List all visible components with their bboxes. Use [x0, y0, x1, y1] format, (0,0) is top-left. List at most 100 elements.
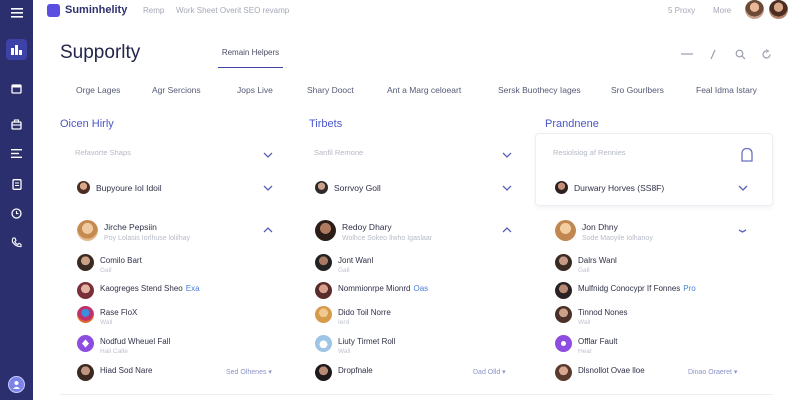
search-input[interactable]: Refavorte Shaps: [75, 148, 131, 160]
list-item[interactable]: Rase FloX Wall: [77, 306, 137, 326]
chevron-down-icon[interactable]: [738, 184, 748, 192]
chevron-up-icon[interactable]: [263, 226, 273, 234]
avatar: [77, 306, 94, 323]
avatar: [555, 254, 572, 271]
member-name: Tinnod Nones: [578, 308, 628, 317]
member-subtitle: Hear: [578, 348, 593, 355]
category-tab[interactable]: Sersk Buothecy Iages: [498, 85, 581, 95]
list-item[interactable]: Tinnod Nones Wall: [555, 306, 628, 326]
minus-icon[interactable]: [680, 48, 694, 60]
search-input[interactable]: Resiolsiog af Rennies: [553, 148, 626, 160]
avatar: [555, 220, 576, 241]
selected-group[interactable]: Durwary Horves (SS8F): [555, 181, 664, 194]
avatar: [555, 306, 572, 323]
category-tab[interactable]: Feal Idma Istary: [696, 85, 757, 95]
see-more-link[interactable]: Dad Olld ▾: [473, 368, 506, 376]
chevron-down-icon[interactable]: [502, 151, 512, 159]
category-tab[interactable]: Ant a Marg celoeart: [387, 85, 461, 95]
top-link-proxy[interactable]: 5 Proxy: [668, 6, 695, 15]
category-tab[interactable]: Shary Dooct: [307, 85, 354, 95]
lead-subtitle: Wolhce Sokeo Ilwho Igaslaar: [342, 235, 433, 242]
see-more-link[interactable]: Sed Olhenes ▾: [226, 368, 272, 376]
avatar[interactable]: [745, 0, 764, 19]
avatar[interactable]: [769, 0, 788, 19]
column-oicen-hirly: Oicen Hirly Refavorte Shaps Bupyoure Iol…: [60, 115, 280, 385]
list-item[interactable]: Offlar Fault Hear: [555, 335, 617, 355]
tab-remain-helpers[interactable]: Remain Helpers: [218, 48, 283, 68]
user-avatar[interactable]: [8, 376, 25, 393]
lead-name: Jirche Pepsiin: [104, 222, 157, 232]
edit-icon[interactable]: [706, 48, 720, 60]
list-item[interactable]: Nodfud Wheuel Fall Hail Calle: [77, 335, 170, 355]
briefcase-icon[interactable]: [6, 114, 27, 135]
chevron-down-icon[interactable]: [502, 184, 512, 192]
bell-icon[interactable]: [740, 147, 754, 163]
lead-name: Redoy Dhary: [342, 222, 392, 232]
member-subtitle: Wall: [338, 348, 351, 355]
member-subtitle: Ierd: [338, 319, 350, 326]
top-link-more[interactable]: More: [713, 6, 731, 15]
list-item[interactable]: Dlsnollot Ovae lloe: [555, 364, 645, 381]
member-tag[interactable]: Pro: [683, 284, 695, 293]
selected-label: Bupyoure Iol Idoil: [96, 182, 162, 193]
list-item[interactable]: Hiad Sod Nare: [77, 364, 152, 381]
member-name: Kaogreges Stend Sheo: [100, 284, 183, 293]
member-name: Mulfnidg Conocypr If Fonnes: [578, 284, 681, 293]
top-link[interactable]: Remp: [143, 6, 164, 15]
chevron-down-icon[interactable]: [738, 226, 748, 234]
avatar: [555, 364, 572, 381]
avatar: [555, 335, 572, 352]
selected-group[interactable]: Bupyoure Iol Idoil: [77, 181, 162, 194]
avatar: [315, 282, 332, 299]
list-item[interactable]: Liuty Tirmet Roll Wall: [315, 335, 395, 355]
clock-icon[interactable]: [6, 203, 27, 224]
chevron-up-icon[interactable]: [502, 226, 512, 234]
list-icon[interactable]: [6, 143, 27, 164]
lead-person[interactable]: Redoy Dhary Wolhce Sokeo Ilwho Igaslaar: [315, 220, 432, 242]
left-rail: [0, 0, 33, 400]
see-more-label: Sed Olhenes: [226, 369, 267, 376]
avatar: [77, 282, 94, 299]
menu-icon[interactable]: [6, 2, 27, 23]
chevron-down-icon[interactable]: [263, 184, 273, 192]
avatar: [77, 220, 98, 241]
column-title: Tirbets: [309, 118, 343, 130]
member-name: Offlar Fault: [578, 337, 618, 346]
search-icon[interactable]: [733, 48, 747, 60]
see-more-link[interactable]: Dinao Oraeret ▾: [688, 368, 737, 376]
category-tab[interactable]: Jops Live: [237, 85, 273, 95]
calendar-icon[interactable]: [6, 78, 27, 99]
lead-subtitle: Sode Maoyile Iolhanoy: [582, 235, 653, 242]
list-item[interactable]: Comilo Bart Gall: [77, 254, 142, 274]
avatar: [315, 254, 332, 271]
lead-person[interactable]: Jirche Pepsiin Poy Lolasis Iorlhuse loli…: [77, 220, 190, 242]
member-name: Jont Wanl: [338, 256, 374, 265]
member-name: Nodfud Wheuel Fall: [100, 337, 171, 346]
selected-group[interactable]: Sorrvoy Goll: [315, 181, 381, 194]
category-tab[interactable]: Sro Gourlbers: [611, 85, 664, 95]
dashboard-icon[interactable]: [6, 39, 27, 60]
list-item[interactable]: Dido Toil Norre Ierd: [315, 306, 391, 326]
avatar: [77, 254, 94, 271]
chevron-down-icon[interactable]: [263, 151, 273, 159]
member-tag[interactable]: Exa: [186, 284, 200, 293]
list-item[interactable]: Jont Wanl Gall: [315, 254, 373, 274]
member-name: Dropfnale: [338, 366, 373, 375]
list-item[interactable]: Kaogreges Stend Sheo Exa: [77, 282, 200, 299]
category-tab[interactable]: Agr Sercions: [152, 85, 201, 95]
top-link[interactable]: Work Sheet Overit SEO revamp: [176, 6, 289, 15]
lead-person[interactable]: Jon Dhny Sode Maoyile Iolhanoy: [555, 220, 653, 242]
document-icon[interactable]: [6, 174, 27, 195]
list-item[interactable]: Nommionrpe Mionrd Oas: [315, 282, 428, 299]
search-input[interactable]: Sanfil Remone: [314, 148, 363, 160]
phone-icon[interactable]: [6, 232, 27, 253]
column-title: Prandnene: [545, 118, 599, 130]
category-tab[interactable]: Orge Lages: [76, 85, 120, 95]
list-item[interactable]: Dropfnale: [315, 364, 373, 381]
list-item[interactable]: Mulfnidg Conocypr If Fonnes Pro: [555, 282, 696, 299]
member-name: Dido Toil Norre: [338, 308, 391, 317]
refresh-icon[interactable]: [759, 48, 773, 60]
member-subtitle: Gall: [578, 267, 590, 274]
list-item[interactable]: Dalrs Wanl Gall: [555, 254, 617, 274]
member-tag[interactable]: Oas: [413, 284, 428, 293]
